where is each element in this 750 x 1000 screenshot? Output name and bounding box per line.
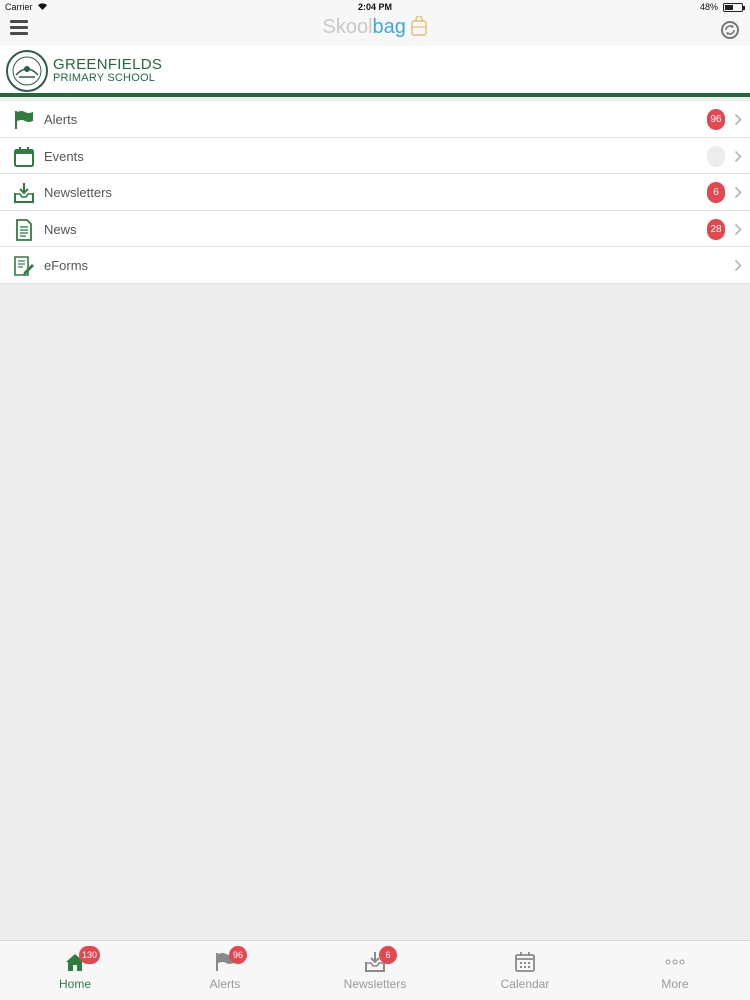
count-badge: 96 [229,946,247,964]
battery-percent: 48% [699,2,718,12]
chevron-right-icon [734,260,742,272]
calendar-icon [515,952,535,972]
tab-alerts[interactable]: 96 Alerts [150,941,300,1000]
count-badge: 28 [707,218,725,240]
menu-item-events[interactable]: Events [0,138,750,175]
app-logo-text-1: Skool [322,16,373,38]
school-header: GREENFIELDS PRIMARY SCHOOL [0,46,750,93]
tab-bar: 130 Home 96 Alerts 6 Newsletters Calenda… [0,940,750,1000]
chevron-right-icon [734,150,742,162]
tab-more[interactable]: More [600,941,750,1000]
menu-item-label: News [44,221,77,237]
inbox-download-icon [14,183,34,204]
tab-label: Home [58,977,91,991]
school-name-line1: GREENFIELDS [53,56,163,73]
tab-home[interactable]: 130 Home [0,941,150,1000]
clock: 2:04 PM [357,2,392,12]
menu-item-alerts[interactable]: Alerts 96 [0,101,750,138]
chevron-right-icon [734,187,742,199]
menu-item-label: Newsletters [44,185,112,201]
count-badge: 96 [707,109,725,130]
chevron-right-icon [734,223,742,235]
count-badge: 6 [379,946,397,964]
status-bar: Carrier 2:04 PM 48% [0,0,750,14]
nav-bar: Skoolbag [0,14,750,46]
sync-icon[interactable] [720,20,740,40]
count-badge: 6 [707,182,725,204]
battery-icon [723,3,745,12]
tab-label: Alerts [209,977,241,991]
form-edit-icon [14,256,34,277]
school-name-line2: PRIMARY SCHOOL [53,72,156,84]
document-icon [16,218,32,241]
menu-item-news[interactable]: News 28 [0,211,750,248]
header-divider [0,93,750,97]
menu-list: Alerts 96 Events Newsletters 6 News 28 e… [0,101,750,284]
flag-icon [15,111,33,129]
tab-calendar[interactable]: Calendar [450,941,600,1000]
calendar-icon [14,146,34,167]
tab-label: More [661,977,689,991]
more-dots-icon [665,959,685,965]
schoolbag-icon [411,16,428,36]
school-crest-logo [6,50,48,92]
app-logo: Skoolbag [0,16,750,39]
menu-item-newsletters[interactable]: Newsletters 6 [0,174,750,211]
menu-item-label: Events [44,148,84,164]
count-badge [707,145,725,167]
tab-label: Calendar [500,977,550,991]
school-name: GREENFIELDS PRIMARY SCHOOL [53,57,162,84]
app-logo-text-2: bag [372,16,406,38]
tab-label: Newsletters [343,977,407,991]
menu-item-eforms[interactable]: eForms [0,247,750,284]
tab-newsletters[interactable]: 6 Newsletters [300,941,450,1000]
chevron-right-icon [734,113,742,126]
count-badge: 130 [79,946,101,964]
menu-item-label: Alerts [44,112,78,127]
menu-item-label: eForms [44,258,89,274]
